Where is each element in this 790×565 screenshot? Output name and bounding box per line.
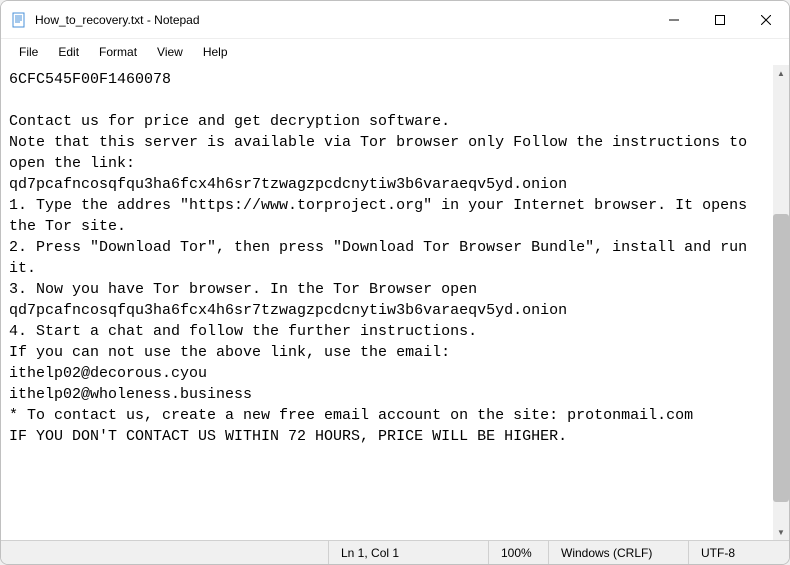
scroll-track[interactable] [773, 81, 789, 524]
scroll-thumb[interactable] [773, 214, 789, 502]
vertical-scrollbar[interactable]: ▲ ▼ [773, 65, 789, 540]
menu-format[interactable]: Format [89, 41, 147, 63]
window-controls [651, 1, 789, 38]
status-encoding: UTF-8 [689, 541, 789, 564]
status-zoom: 100% [489, 541, 549, 564]
statusbar: Ln 1, Col 1 100% Windows (CRLF) UTF-8 [1, 540, 789, 564]
menu-file[interactable]: File [9, 41, 48, 63]
status-spacer [1, 541, 329, 564]
menu-edit[interactable]: Edit [48, 41, 89, 63]
content-area: 6CFC545F00F1460078 Contact us for price … [1, 65, 789, 540]
menubar: File Edit Format View Help [1, 39, 789, 65]
scroll-down-arrow[interactable]: ▼ [773, 524, 789, 540]
close-button[interactable] [743, 1, 789, 38]
maximize-button[interactable] [697, 1, 743, 38]
status-position: Ln 1, Col 1 [329, 541, 489, 564]
text-editor[interactable]: 6CFC545F00F1460078 Contact us for price … [1, 65, 773, 540]
titlebar[interactable]: How_to_recovery.txt - Notepad [1, 1, 789, 39]
window-title: How_to_recovery.txt - Notepad [35, 13, 651, 27]
notepad-window: How_to_recovery.txt - Notepad File Edit … [0, 0, 790, 565]
minimize-button[interactable] [651, 1, 697, 38]
notepad-icon [11, 12, 27, 28]
menu-help[interactable]: Help [193, 41, 238, 63]
menu-view[interactable]: View [147, 41, 193, 63]
scroll-up-arrow[interactable]: ▲ [773, 65, 789, 81]
status-line-ending: Windows (CRLF) [549, 541, 689, 564]
